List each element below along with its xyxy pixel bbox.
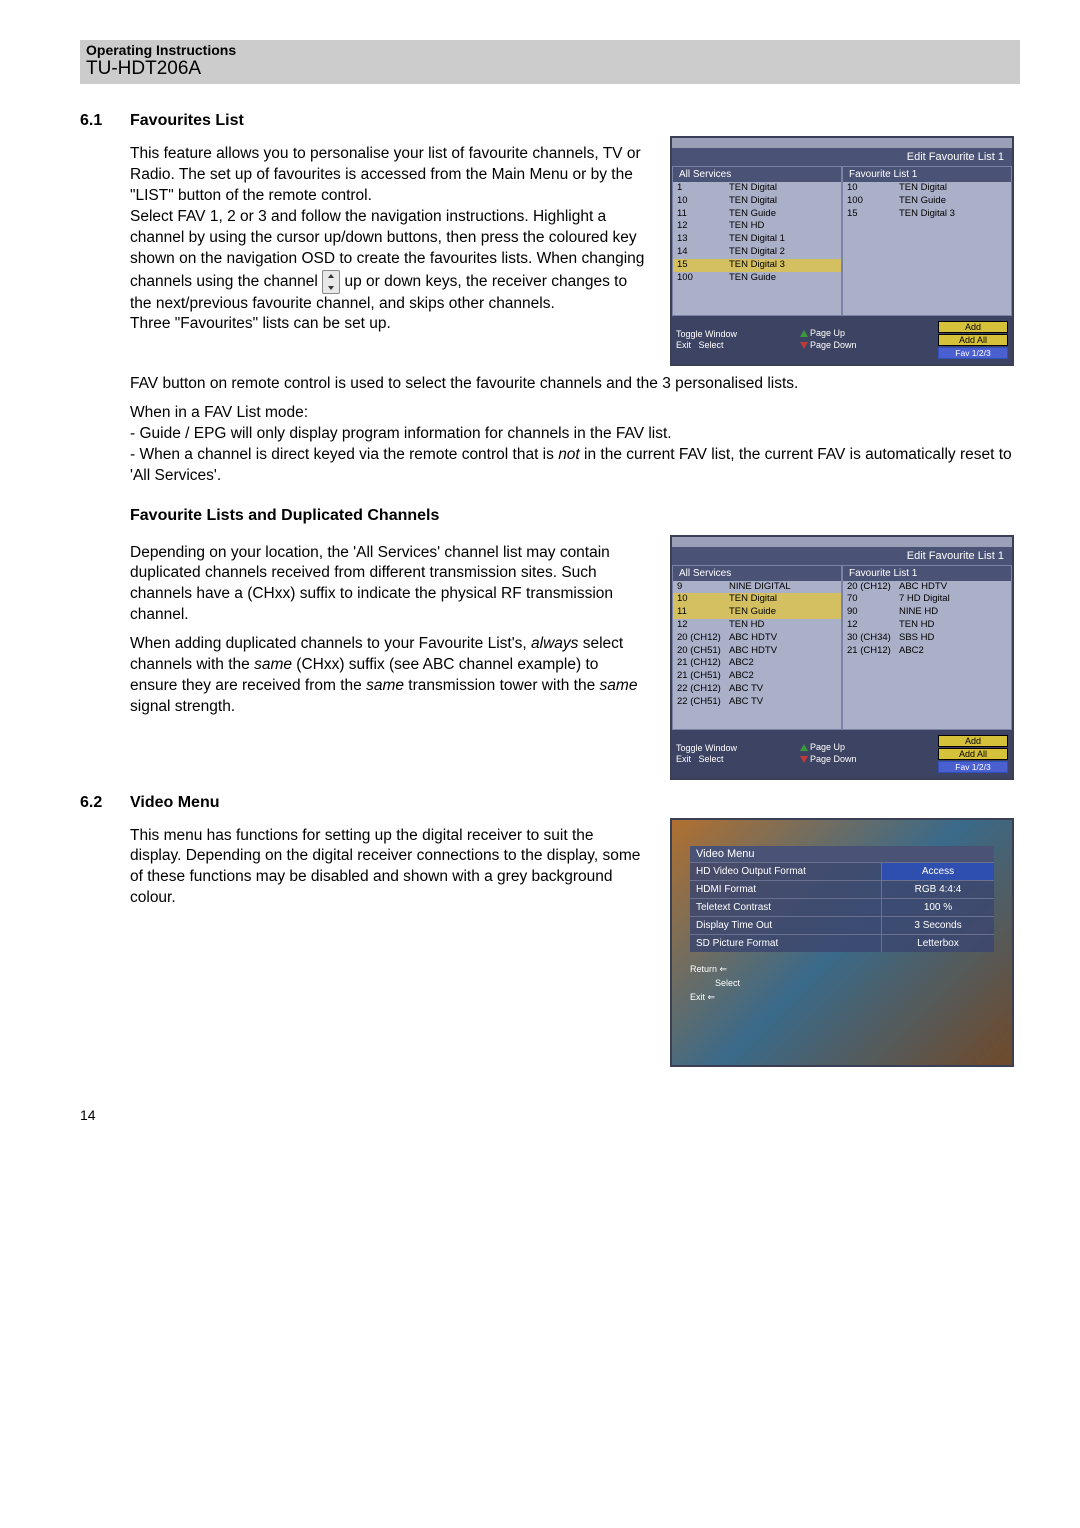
osd2-col2-header: Favourite List 1 (843, 566, 1011, 581)
vmenu-return: Return (690, 964, 717, 974)
osd1-addall: Add All (938, 334, 1008, 346)
fav-p2: FAV button on remote control is used to … (130, 374, 1020, 395)
osd2-pageup: Page Up (810, 742, 845, 752)
video-menu-row: HDMI FormatRGB 4:4:4 (690, 880, 994, 898)
vmenu-exit: Exit (690, 992, 705, 1002)
list-item: 14TEN Digital 2 (673, 246, 841, 259)
list-item: 10TEN Digital (673, 195, 841, 208)
section-number: 6.2 (80, 794, 130, 812)
list-item: 10TEN Digital (843, 182, 1011, 195)
section-title: Favourites List (130, 112, 244, 130)
video-menu-p1: This menu has functions for setting up t… (130, 826, 646, 910)
list-item: 10TEN Digital (673, 593, 841, 606)
osd2-exit: Exit (676, 754, 691, 764)
osd1-select: Select (699, 340, 724, 350)
osd1-fav: Fav 1/2/3 (938, 347, 1008, 359)
list-item: 21 (CH12)ABC2 (673, 657, 841, 670)
osd1-col2-list: 10TEN Digital100TEN Guide15TEN Digital 3 (843, 182, 1011, 220)
list-item: 22 (CH51)ABC TV (673, 696, 841, 709)
osd1-title: Edit Favourite List 1 (672, 148, 1012, 166)
osd2-fav: Fav 1/2/3 (938, 761, 1008, 773)
osd2-col1-header: All Services (673, 566, 841, 581)
osd2-col2-list: 20 (CH12)ABC HDTV707 HD Digital90NINE HD… (843, 581, 1011, 658)
list-item: 100TEN Guide (673, 272, 841, 285)
osd1-exit: Exit (676, 340, 691, 350)
list-item: 15TEN Digital 3 (673, 259, 841, 272)
osd2-add: Add (938, 735, 1008, 747)
osd1-nav: Toggle Window Exit Select Page Up Page D… (672, 316, 1012, 364)
video-menu-row: SD Picture FormatLetterbox (690, 934, 994, 952)
osd1-all-services-column: All Services 1TEN Digital10TEN Digital11… (672, 166, 842, 316)
list-item: 100TEN Guide (843, 195, 1011, 208)
sub-heading-duplicated: Favourite Lists and Duplicated Channels (130, 507, 439, 524)
osd1-col1-header: All Services (673, 167, 841, 182)
osd1-add: Add (938, 321, 1008, 333)
list-item: 12TEN HD (673, 619, 841, 632)
video-menu-screenshot: Video Menu HD Video Output FormatAccessH… (670, 818, 1014, 1067)
osd2-toggle: Toggle Window (676, 743, 737, 753)
video-menu-row: Teletext Contrast100 % (690, 898, 994, 916)
list-item: 12TEN HD (673, 220, 841, 233)
page-header: Operating Instructions TU-HDT206A (80, 40, 1020, 84)
fav-p1c: Three "Favourites" lists can be set up. (130, 315, 391, 332)
section-number: 6.1 (80, 112, 130, 130)
osd1-pageup: Page Up (810, 328, 845, 338)
list-item: 9NINE DIGITAL (673, 581, 841, 594)
list-item: 22 (CH12)ABC TV (673, 683, 841, 696)
osd1-pagedown: Page Down (810, 340, 857, 350)
list-item: 15TEN Digital 3 (843, 208, 1011, 221)
list-item: 707 HD Digital (843, 593, 1011, 606)
osd2-favlist-column: Favourite List 1 20 (CH12)ABC HDTV707 HD… (842, 565, 1012, 730)
fav-p3: When in a FAV List mode: (130, 403, 1020, 424)
osd2-addall: Add All (938, 748, 1008, 760)
fav-p5: - When a channel is direct keyed via the… (130, 445, 1020, 487)
list-item: 11TEN Guide (673, 606, 841, 619)
list-item: 90NINE HD (843, 606, 1011, 619)
osd-screenshot-1: Edit Favourite List 1 All Services 1TEN … (670, 136, 1014, 366)
pagedown-icon (800, 342, 808, 349)
osd-screenshot-2: Edit Favourite List 1 All Services 9NINE… (670, 535, 1014, 780)
channel-updown-icon (322, 270, 340, 294)
osd2-title: Edit Favourite List 1 (672, 547, 1012, 565)
osd2-select: Select (699, 754, 724, 764)
list-item: 30 (CH34)SBS HD (843, 632, 1011, 645)
osd1-col1-list: 1TEN Digital10TEN Digital11TEN Guide12TE… (673, 182, 841, 285)
video-menu-row: HD Video Output FormatAccess (690, 862, 994, 880)
pagedown-icon (800, 756, 808, 763)
dup-p2: When adding duplicated channels to your … (130, 634, 646, 718)
section-6-1-heading: 6.1 Favourites List (80, 112, 1020, 130)
fav-p4: - Guide / EPG will only display program … (130, 424, 1020, 445)
fav-paragraph-intro: This feature allows you to personalise y… (130, 144, 646, 335)
osd1-col2-header: Favourite List 1 (843, 167, 1011, 182)
list-item: 1TEN Digital (673, 182, 841, 195)
list-item: 11TEN Guide (673, 208, 841, 221)
pageup-icon (800, 330, 808, 337)
video-menu-nav: Return ⇐ Select Exit ⇐ (690, 962, 994, 1005)
page-number: 14 (80, 1107, 1020, 1123)
osd1-toggle: Toggle Window (676, 329, 737, 339)
osd2-col1-list: 9NINE DIGITAL10TEN Digital11TEN Guide12T… (673, 581, 841, 709)
list-item: 13TEN Digital 1 (673, 233, 841, 246)
osd2-all-services-column: All Services 9NINE DIGITAL10TEN Digital1… (672, 565, 842, 730)
osd2-pagedown: Page Down (810, 754, 857, 764)
osd2-nav: Toggle Window Exit Select Page Up Page D… (672, 730, 1012, 778)
list-item: 20 (CH12)ABC HDTV (843, 581, 1011, 594)
header-model: TU-HDT206A (86, 58, 1014, 80)
video-menu-rows: HD Video Output FormatAccessHDMI FormatR… (690, 862, 994, 952)
header-operating-instructions: Operating Instructions (86, 42, 1014, 58)
fav-p1a: This feature allows you to personalise y… (130, 145, 641, 204)
pageup-icon (800, 744, 808, 751)
section-title: Video Menu (130, 794, 220, 812)
vmenu-select: Select (715, 978, 740, 988)
list-item: 21 (CH12)ABC2 (843, 645, 1011, 658)
video-menu-title: Video Menu (690, 846, 994, 862)
dup-p1: Depending on your location, the 'All Ser… (130, 543, 646, 627)
list-item: 20 (CH51)ABC HDTV (673, 645, 841, 658)
list-item: 21 (CH51)ABC2 (673, 670, 841, 683)
section-6-2-heading: 6.2 Video Menu (80, 794, 1020, 812)
video-menu-row: Display Time Out3 Seconds (690, 916, 994, 934)
list-item: 20 (CH12)ABC HDTV (673, 632, 841, 645)
osd1-favlist-column: Favourite List 1 10TEN Digital100TEN Gui… (842, 166, 1012, 316)
list-item: 12TEN HD (843, 619, 1011, 632)
